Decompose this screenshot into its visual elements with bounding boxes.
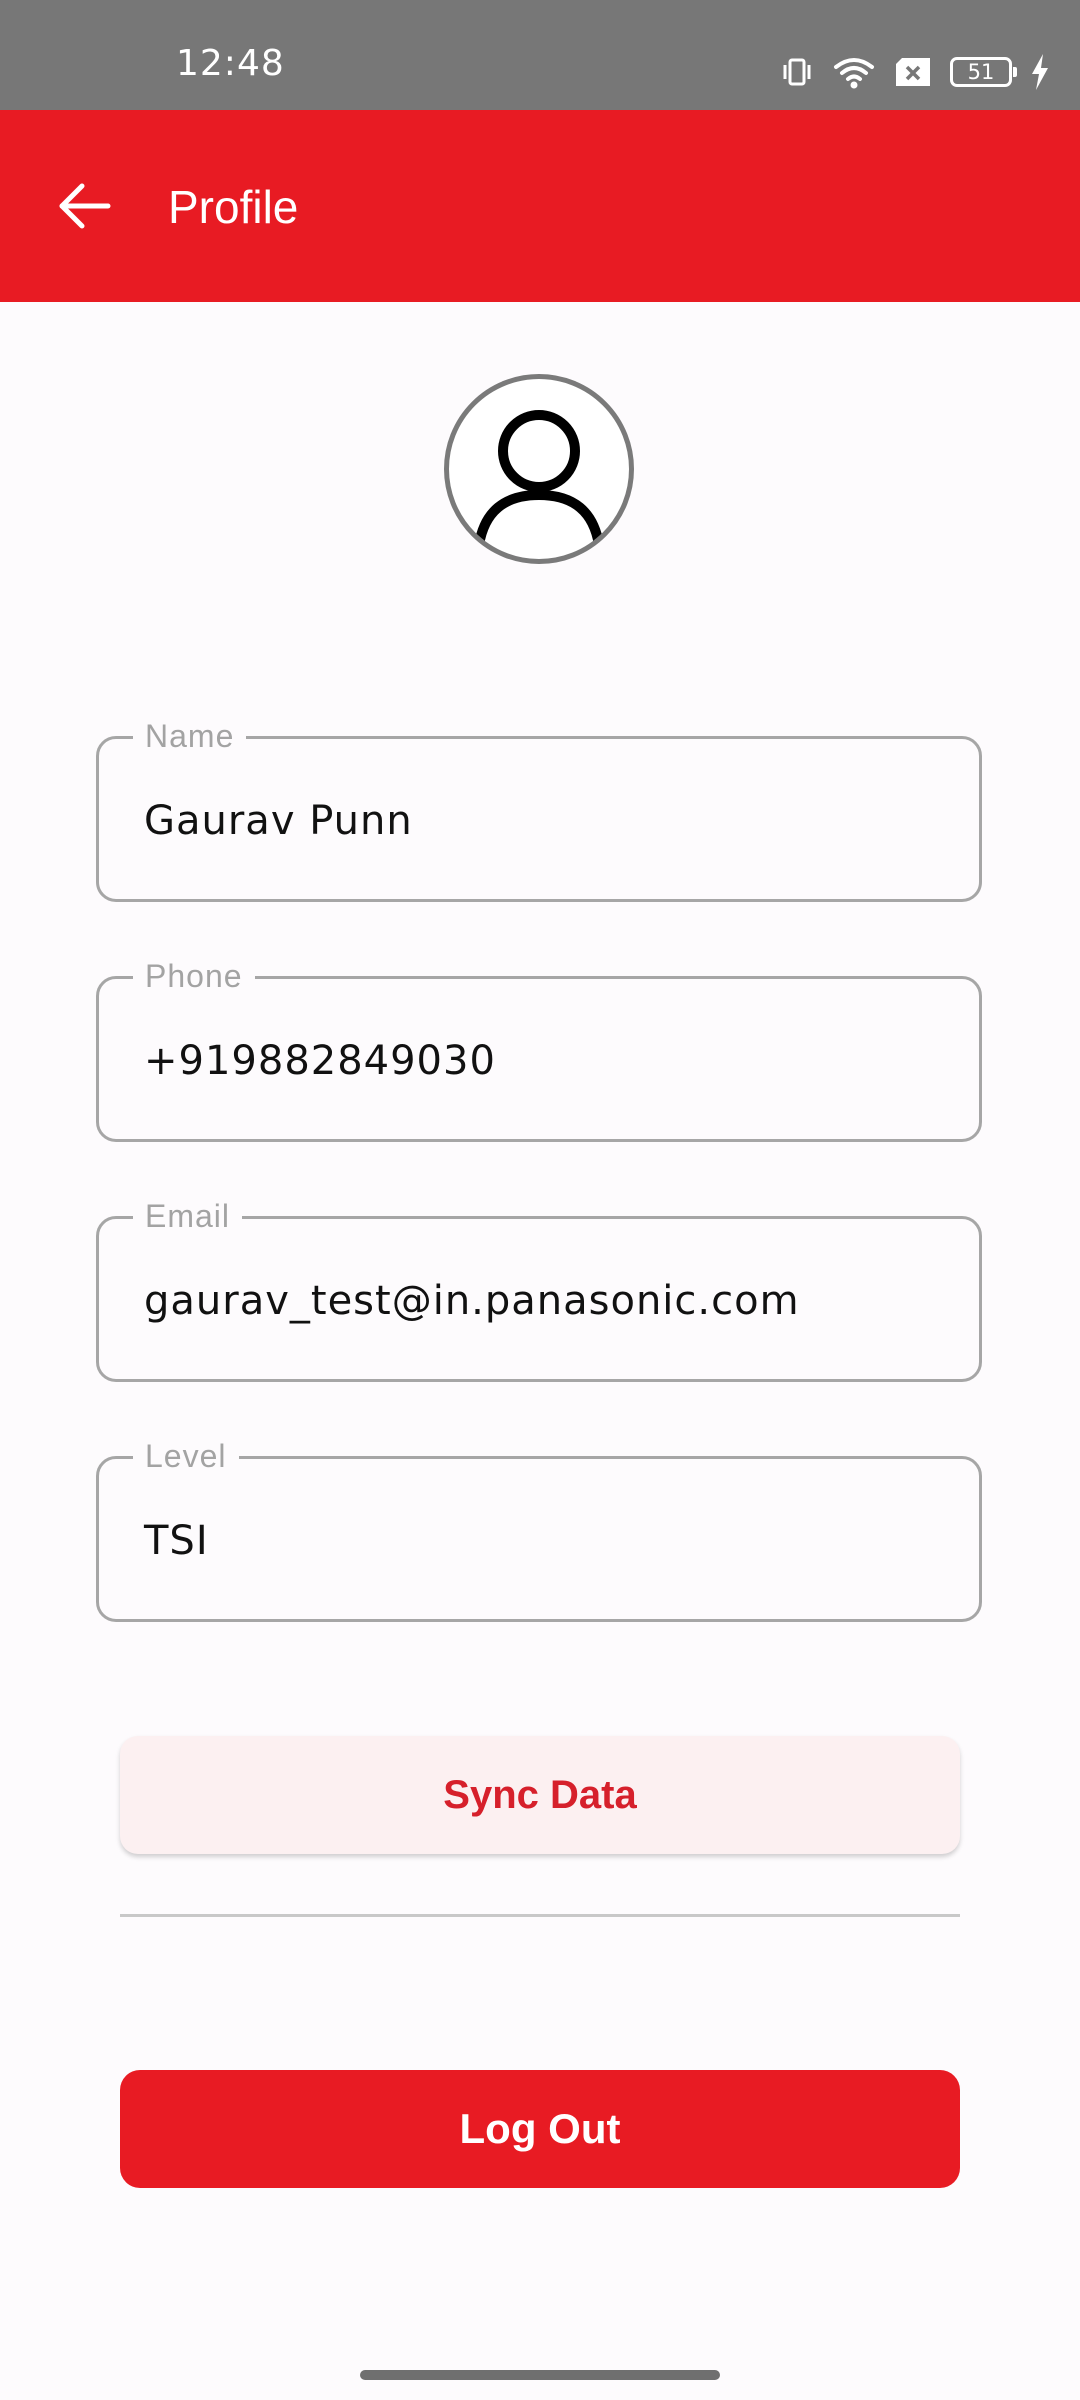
home-indicator[interactable]: [360, 2370, 720, 2380]
name-field[interactable]: Name Gaurav Punn: [96, 717, 982, 902]
charging-icon: [1030, 54, 1050, 90]
battery-icon: 51: [950, 57, 1017, 87]
email-field[interactable]: Email gaurav_test@in.panasonic.com: [96, 1197, 982, 1382]
back-button[interactable]: [44, 168, 124, 248]
vibrate-icon: [780, 55, 814, 89]
avatar[interactable]: [444, 374, 634, 564]
app-bar: Profile: [0, 110, 1080, 302]
wifi-icon: [832, 55, 876, 89]
status-time: 12:48: [176, 43, 285, 84]
phone-field[interactable]: Phone +919882849030: [96, 957, 982, 1142]
no-sim-icon: [894, 56, 932, 88]
name-field-label: Name: [133, 717, 247, 755]
name-field-value[interactable]: Gaurav Punn: [144, 797, 413, 845]
status-icons: 51: [780, 52, 1050, 92]
phone-field-value[interactable]: +919882849030: [144, 1037, 496, 1085]
arrow-left-icon: [56, 182, 112, 234]
email-field-label: Email: [133, 1197, 243, 1235]
level-field-label: Level: [133, 1437, 239, 1475]
logout-button[interactable]: Log Out: [120, 2070, 960, 2188]
page-title: Profile: [168, 181, 299, 233]
sync-data-button[interactable]: Sync Data: [120, 1736, 960, 1854]
phone-field-label: Phone: [133, 957, 255, 995]
user-icon: [449, 379, 629, 559]
level-field-value[interactable]: TSI: [144, 1517, 209, 1565]
divider: [120, 1914, 960, 1917]
email-field-value[interactable]: gaurav_test@in.panasonic.com: [144, 1277, 800, 1325]
status-bar: 12:48 51: [0, 0, 1080, 110]
level-field[interactable]: Level TSI: [96, 1437, 982, 1622]
